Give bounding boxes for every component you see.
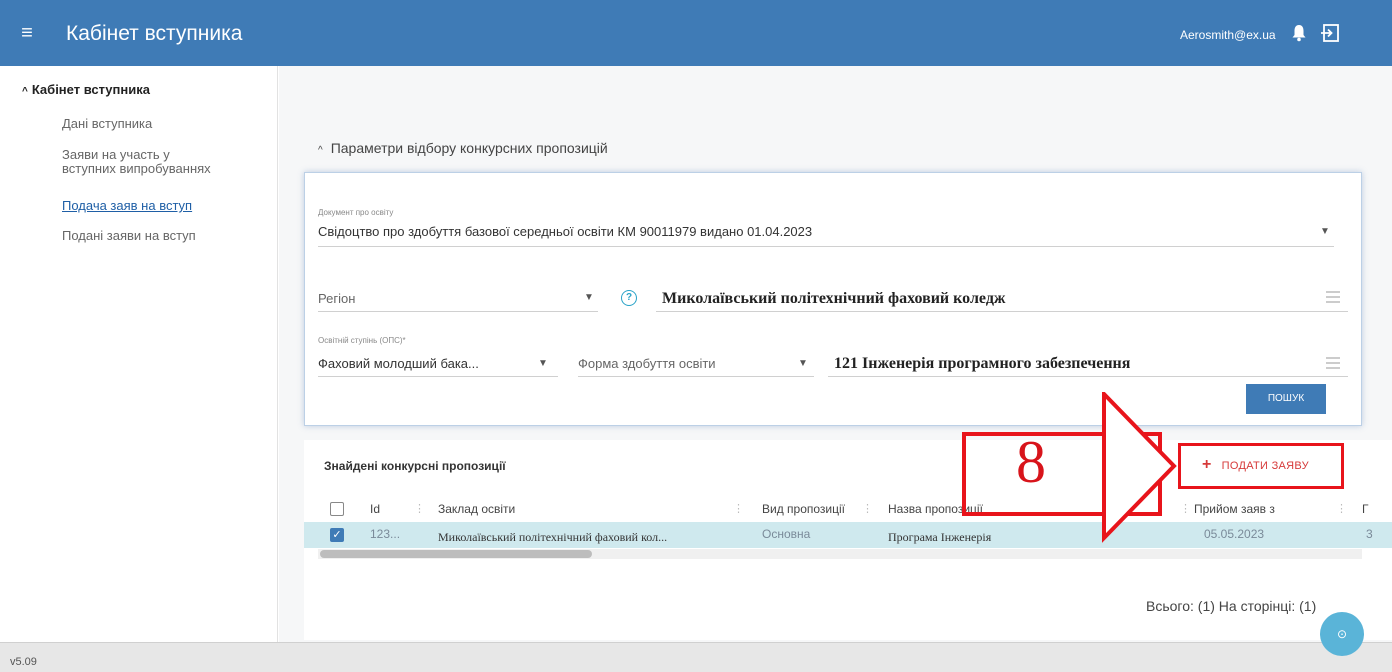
- sidebar-item-label: вступних випробуваннях: [62, 161, 211, 176]
- column-header-offer-type[interactable]: Вид пропозиції: [762, 502, 845, 516]
- horizontal-scrollbar[interactable]: [318, 549, 1362, 559]
- chevron-down-icon[interactable]: ▼: [538, 358, 548, 369]
- document-select[interactable]: Свідоцтво про здобуття базової середньої…: [318, 224, 812, 239]
- chevron-up-icon: ^: [318, 145, 323, 156]
- column-separator[interactable]: ⋮: [733, 502, 744, 515]
- hamburger-menu-icon[interactable]: ≡: [16, 22, 38, 44]
- logout-icon[interactable]: [1320, 24, 1340, 42]
- user-email[interactable]: Aerosmith@ex.ua: [1180, 28, 1276, 42]
- cell-offer-name: Програма Інженерія: [888, 530, 992, 544]
- search-button[interactable]: ПОШУК: [1246, 384, 1326, 414]
- column-header-institution[interactable]: Заклад освіти: [438, 502, 515, 516]
- help-icon[interactable]: ?: [621, 290, 637, 306]
- results-total: Всього: (1) На сторінці: (1): [1146, 598, 1317, 614]
- results-title: Знайдені конкурсні пропозиції: [324, 459, 506, 473]
- sidebar-header[interactable]: ^ Кабінет вступника: [22, 82, 150, 97]
- institution-select[interactable]: Миколаївський політехнічний фаховий коле…: [662, 290, 1006, 308]
- column-separator[interactable]: ⋮: [862, 502, 873, 515]
- scrollbar-thumb[interactable]: [320, 550, 592, 558]
- row-checkbox[interactable]: ✓: [330, 528, 344, 542]
- annotation-step-number: 8: [1016, 429, 1046, 495]
- region-field-underline: [318, 311, 598, 312]
- cell-start-date: 05.05.2023: [1204, 527, 1265, 541]
- cell-offer-type: Основна: [762, 527, 811, 541]
- specialty-select[interactable]: 121 Інженерія програмного забезпечення: [834, 355, 1130, 373]
- study-form-underline: [578, 376, 814, 377]
- app-title: Кабінет вступника: [66, 22, 243, 45]
- sidebar-item-submit-application[interactable]: Подача заяв на вступ: [62, 199, 192, 213]
- column-header-start-date[interactable]: Прийом заяв з: [1194, 502, 1275, 516]
- bell-icon[interactable]: [1291, 24, 1307, 42]
- sidebar-header-label: Кабінет вступника: [31, 82, 150, 97]
- study-form-select[interactable]: Форма здобуття освіти: [578, 356, 716, 371]
- sidebar-item-submitted-applications[interactable]: Подані заяви на вступ: [62, 229, 196, 243]
- column-header-extra[interactable]: Г: [1362, 502, 1369, 516]
- filters-section-title: Параметри відбору конкурсних пропозицій: [330, 140, 608, 156]
- degree-field-underline: [318, 376, 558, 377]
- column-separator[interactable]: ⋮: [1180, 502, 1191, 515]
- sidebar-item-exam-applications[interactable]: Заяви на участь у вступних випробуваннях: [62, 148, 211, 176]
- apply-button[interactable]: + ПОДАТИ ЗАЯВУ: [1202, 456, 1309, 474]
- chevron-up-icon: ^: [22, 86, 28, 97]
- chevron-down-icon[interactable]: ▼: [1320, 226, 1330, 237]
- cell-id: 123...: [370, 527, 401, 541]
- select-all-checkbox[interactable]: [330, 502, 344, 516]
- degree-field-label: Освітній ступінь (ОПС)*: [318, 336, 406, 345]
- plus-icon: +: [1202, 456, 1212, 473]
- cell-institution: Миколаївський політехнічний фаховий кол.…: [438, 530, 668, 544]
- list-icon[interactable]: [1326, 357, 1340, 369]
- column-separator[interactable]: ⋮: [1336, 502, 1347, 515]
- column-header-id[interactable]: Id: [370, 502, 380, 516]
- app-version: v5.09: [10, 656, 37, 668]
- institution-field-underline: [656, 311, 1348, 312]
- chevron-down-icon[interactable]: ▼: [584, 292, 594, 303]
- cell-extra: 3: [1366, 527, 1373, 541]
- column-separator[interactable]: ⋮: [414, 502, 425, 515]
- chat-fab-button[interactable]: ⊙: [1320, 612, 1364, 656]
- filters-section-header[interactable]: ^ Параметри відбору конкурсних пропозицій: [318, 140, 608, 156]
- sidebar-item-label: Заяви на участь у: [62, 147, 170, 162]
- chevron-down-icon[interactable]: ▼: [798, 358, 808, 369]
- region-select[interactable]: Регіон: [318, 291, 355, 306]
- document-field-label: Документ про освіту: [318, 208, 394, 217]
- specialty-field-underline: [828, 376, 1348, 377]
- annotation-arrow-icon: [1102, 392, 1177, 543]
- list-icon[interactable]: [1326, 291, 1340, 303]
- apply-button-label: ПОДАТИ ЗАЯВУ: [1221, 460, 1309, 472]
- bottom-bar: [0, 642, 1392, 672]
- degree-select[interactable]: Фаховий молодший бака...: [318, 356, 479, 371]
- document-field-underline: [318, 246, 1334, 247]
- sidebar-item-applicant-data[interactable]: Дані вступника: [62, 117, 152, 131]
